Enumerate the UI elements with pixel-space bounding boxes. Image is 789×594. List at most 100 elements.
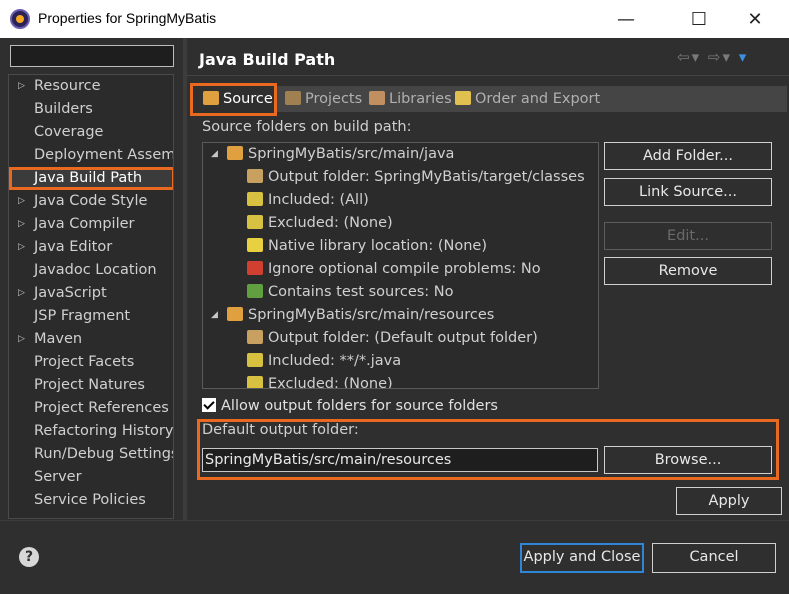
tree-row-label: Contains test sources: No [268, 284, 454, 300]
nav-item[interactable]: ▷ Java Editor [9, 236, 173, 259]
nav-item[interactable]: Project References [9, 397, 173, 420]
tab-order-and-export[interactable]: Order and Export [449, 86, 600, 112]
ignore-problems-icon [247, 261, 263, 275]
apply-button[interactable]: Apply [676, 487, 782, 515]
minimize-button[interactable]: — [603, 0, 649, 38]
nav-item[interactable]: ▷ Maven [9, 328, 173, 351]
package-folder-icon [227, 307, 243, 321]
remove-button[interactable]: Remove [604, 257, 772, 285]
nav-item[interactable]: Server [9, 466, 173, 489]
output-folder-icon [247, 330, 263, 344]
cancel-button[interactable]: Cancel [652, 543, 776, 573]
nav-item[interactable]: ▷ Resource [9, 75, 173, 98]
nav-item-label: Run/Debug Settings [34, 446, 174, 462]
collapse-arrow-icon[interactable]: ◢ [211, 304, 218, 327]
output-folder-icon [247, 169, 263, 183]
tree-row-label: Output folder: SpringMyBatis/target/clas… [268, 169, 585, 185]
nav-item-label: Javadoc Location [34, 262, 157, 278]
source-attribute-row[interactable]: Ignore optional compile problems: No [247, 258, 541, 281]
allow-output-checkbox[interactable] [202, 398, 216, 412]
nav-item[interactable]: Coverage [9, 121, 173, 144]
source-attribute-row[interactable]: Output folder: (Default output folder) [247, 327, 538, 350]
test-sources-icon [247, 284, 263, 298]
expand-arrow-icon[interactable]: ▷ [18, 213, 25, 236]
apply-and-close-button[interactable]: Apply and Close [520, 543, 644, 573]
nav-item-label: Project Natures [34, 377, 145, 393]
source-attribute-row[interactable]: Excluded: (None) [247, 373, 393, 389]
tab-projects[interactable]: Projects [279, 86, 363, 112]
nav-item-label: Java Build Path [34, 170, 143, 186]
default-output-field[interactable]: SpringMyBatis/src/main/resources [202, 448, 598, 472]
allow-output-row[interactable]: Allow output folders for source folders [202, 396, 498, 416]
tab-label: Projects [305, 91, 363, 107]
source-attribute-row[interactable]: Included: **/*.java [247, 350, 401, 373]
tree-scrollbar[interactable] [584, 143, 598, 388]
link-source-button[interactable]: Link Source... [604, 178, 772, 206]
order-export-icon [455, 91, 471, 105]
expand-arrow-icon[interactable]: ▷ [18, 328, 25, 351]
tree-row-label: Excluded: (None) [268, 376, 393, 389]
view-menu-icon[interactable]: ▾ [739, 48, 749, 66]
native-library-icon [247, 238, 263, 252]
source-attribute-row[interactable]: Excluded: (None) [247, 212, 393, 235]
nav-item[interactable]: ▷ JavaScript [9, 282, 173, 305]
source-folder-row[interactable]: ◢ SpringMyBatis/src/main/resources [211, 304, 495, 327]
back-dropdown-icon[interactable]: ▾ [692, 48, 702, 66]
edit-button[interactable]: Edit... [604, 222, 772, 250]
source-attribute-row[interactable]: Native library location: (None) [247, 235, 487, 258]
excluded-icon [247, 376, 263, 388]
expand-arrow-icon[interactable]: ▷ [18, 236, 25, 259]
right-pane: Java Build Path ⇦▾ ⇨▾ ▾ Source Projects Li… [187, 38, 789, 520]
nav-item-label: Java Editor [34, 239, 113, 255]
expand-arrow-icon[interactable]: ▷ [18, 75, 25, 98]
nav-item[interactable]: Java Build Path [9, 167, 173, 190]
nav-item[interactable]: Refactoring History [9, 420, 173, 443]
default-output-label: Default output folder: [202, 422, 359, 438]
tab-libraries[interactable]: Libraries [363, 86, 452, 112]
nav-item[interactable]: ▷ Java Compiler [9, 213, 173, 236]
nav-item-label: Project References [34, 400, 169, 416]
source-folder-row[interactable]: ◢ SpringMyBatis/src/main/java [211, 143, 454, 166]
add-folder-button[interactable]: Add Folder... [604, 142, 772, 170]
tab-bar: Source Projects Libraries Order and Export [197, 86, 787, 112]
nav-item[interactable]: JSP Fragment [9, 305, 173, 328]
forward-dropdown-icon[interactable]: ▾ [722, 48, 732, 66]
allow-output-label: Allow output folders for source folders [221, 398, 498, 414]
expand-arrow-icon[interactable]: ▷ [18, 190, 25, 213]
maximize-button[interactable]: ☐ [676, 0, 722, 38]
property-page-tree: ▷ Resource Builders Coverage Deployment Asse… [8, 74, 174, 519]
source-attribute-row[interactable]: Contains test sources: No [247, 281, 454, 304]
source-attribute-row[interactable]: Output folder: SpringMyBatis/target/clas… [247, 166, 585, 189]
button-bar: ? Apply and Close Cancel [0, 521, 789, 594]
tree-row-label: SpringMyBatis/src/main/resources [248, 307, 495, 323]
nav-item[interactable]: ▷ Java Code Style [9, 190, 173, 213]
nav-item[interactable]: Run/Debug Settings [9, 443, 174, 466]
source-attribute-row[interactable]: Included: (All) [247, 189, 369, 212]
nav-item[interactable]: Project Natures [9, 374, 173, 397]
nav-item[interactable]: Javadoc Location [9, 259, 173, 282]
filter-input[interactable] [10, 45, 174, 67]
expand-arrow-icon[interactable]: ▷ [18, 282, 25, 305]
nav-item[interactable]: Deployment Assembly [9, 144, 173, 167]
collapse-arrow-icon[interactable]: ◢ [211, 143, 218, 166]
tab-label: Order and Export [475, 91, 601, 107]
tree-row-label: Ignore optional compile problems: No [268, 261, 541, 277]
browse-button[interactable]: Browse... [604, 446, 772, 474]
nav-item-label: Project Facets [34, 354, 135, 370]
tree-row-label: Output folder: (Default output folder) [268, 330, 538, 346]
source-folders-label: Source folders on build path: [202, 119, 412, 135]
nav-item-label: JavaScript [34, 285, 107, 301]
package-folder-icon [227, 146, 243, 160]
included-icon [247, 192, 263, 206]
source-folders-tree[interactable]: ◢ SpringMyBatis/src/main/java Output folde… [202, 142, 599, 389]
nav-item[interactable]: Project Facets [9, 351, 173, 374]
nav-item[interactable]: Service Policies [9, 489, 173, 512]
close-button[interactable]: ✕ [732, 0, 778, 38]
back-arrow-icon[interactable]: ⇦ [677, 48, 692, 66]
folder-projects-icon [285, 91, 301, 105]
help-icon[interactable]: ? [19, 547, 39, 567]
forward-arrow-icon[interactable]: ⇨ [708, 48, 723, 66]
nav-item-label: Java Compiler [34, 216, 135, 232]
left-pane: ▷ Resource Builders Coverage Deployment Asse… [0, 38, 183, 520]
nav-item[interactable]: Builders [9, 98, 173, 121]
